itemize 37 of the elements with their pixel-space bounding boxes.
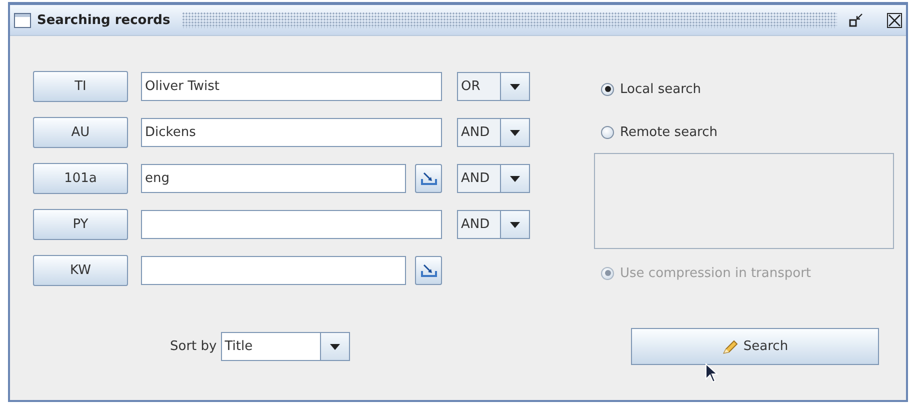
pencil-icon <box>721 338 740 356</box>
import-icon <box>420 262 438 278</box>
search-button[interactable]: Search <box>630 328 879 365</box>
sort-dropdown[interactable]: Title <box>220 332 350 361</box>
search-field[interactable]: eng <box>141 164 406 193</box>
field-button[interactable]: TI <box>33 71 128 102</box>
operator-dropdown[interactable]: AND <box>457 210 530 239</box>
radio-label: Remote search <box>620 124 718 140</box>
dropdown-arrow-icon <box>510 84 520 90</box>
field-button[interactable]: KW <box>33 255 128 286</box>
search-field[interactable] <box>141 256 406 285</box>
field-button[interactable]: AU <box>33 117 128 148</box>
operator-dropdown[interactable]: AND <box>457 118 530 147</box>
window-icon <box>14 12 31 28</box>
dropdown-arrow-icon <box>330 344 340 350</box>
mouse-cursor-icon <box>705 363 719 383</box>
search-field[interactable] <box>141 210 442 239</box>
radio-button[interactable] <box>601 126 614 138</box>
dropdown-arrow-icon <box>510 130 520 136</box>
radio-button[interactable] <box>601 82 614 96</box>
operator-dropdown[interactable]: OR <box>457 72 530 101</box>
operator-dropdown[interactable]: AND <box>457 164 530 193</box>
dropdown-arrow-icon <box>510 176 520 182</box>
field-button[interactable]: PY <box>33 209 128 240</box>
radio-label: Use compression in transport <box>620 266 812 280</box>
import-button[interactable] <box>415 164 442 193</box>
restore-icon[interactable] <box>849 13 863 27</box>
window-title: Searching records <box>37 12 170 28</box>
search-field[interactable]: Dickens <box>141 118 442 147</box>
field-button[interactable]: 101a <box>33 163 128 194</box>
sort-label: Sort by <box>170 339 217 354</box>
dropdown-arrow-icon <box>510 222 520 228</box>
import-button[interactable] <box>415 256 442 285</box>
close-icon[interactable] <box>887 12 902 28</box>
search-field[interactable]: Oliver Twist <box>141 72 442 101</box>
import-icon <box>420 170 438 186</box>
radio-label: Local search <box>620 82 702 96</box>
